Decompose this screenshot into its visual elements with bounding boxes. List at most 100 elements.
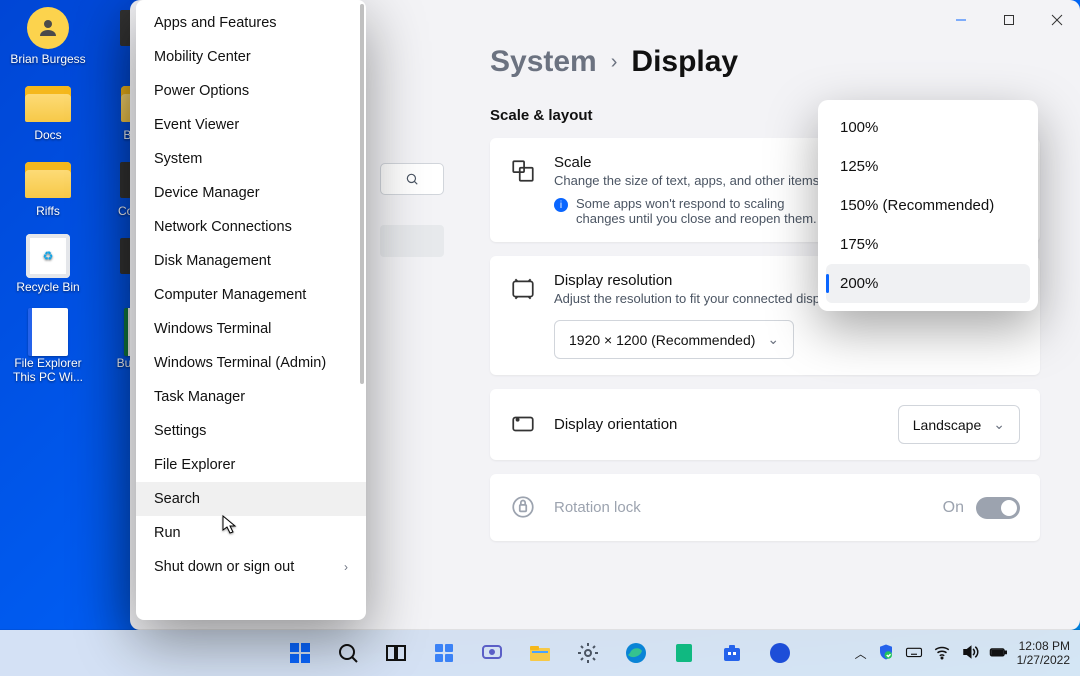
tray-overflow-icon[interactable]: ︿ [855,645,867,662]
winx-item-label: Power Options [154,83,249,99]
desktop-icon-label: Recycle Bin [16,280,79,294]
winx-item[interactable]: System [136,142,366,176]
file-explorer-icon[interactable] [520,633,560,673]
winx-item[interactable]: Run [136,516,366,550]
desktop-icon-user[interactable]: Brian Burgess [8,8,88,66]
winx-item[interactable]: Disk Management [136,244,366,278]
breadcrumb-root[interactable]: System [490,45,597,79]
orientation-card: Display orientation Landscape ⌄ [490,389,1040,460]
scale-option[interactable]: 175% [826,225,1030,264]
clock[interactable]: 12:08 PM 1/27/2022 [1017,639,1070,668]
scale-icon [510,158,536,189]
winx-item[interactable]: Search [136,482,366,516]
desktop-background: Brian Burgess Docs Riffs ♻ Recycle Bin F… [0,0,1080,676]
winx-item-label: Mobility Center [154,49,251,65]
winx-item[interactable]: Power Options [136,74,366,108]
scale-option[interactable]: 125% [826,147,1030,186]
wifi-icon[interactable] [933,643,951,664]
chevron-down-icon: ⌄ [767,331,779,348]
edge-icon[interactable] [616,633,656,673]
desktop-icon-recycle-bin[interactable]: ♻ Recycle Bin [8,236,88,294]
winx-item[interactable]: Event Viewer [136,108,366,142]
security-icon[interactable] [877,643,895,664]
store-icon[interactable] [712,633,752,673]
page-title: Display [631,45,738,79]
sidebar-item-system[interactable] [380,225,444,257]
scrollbar[interactable] [360,4,364,616]
winx-item[interactable]: Network Connections [136,210,366,244]
winx-item[interactable]: Device Manager [136,176,366,210]
app-icon[interactable] [664,633,704,673]
scale-option[interactable]: 150% (Recommended) [826,186,1030,225]
widgets-icon[interactable] [424,633,464,673]
chevron-down-icon: ⌄ [993,416,1005,433]
scale-option[interactable]: 200% [826,264,1030,303]
winx-item[interactable]: File Explorer [136,448,366,482]
winx-item-label: Windows Terminal (Admin) [154,355,326,371]
minimize-button[interactable] [938,0,984,40]
orientation-select[interactable]: Landscape ⌄ [898,405,1020,444]
winx-item[interactable]: Task Manager [136,380,366,414]
desktop-icon-document[interactable]: File Explorer This PC Wi... [8,312,88,384]
rotation-lock-icon [510,494,536,525]
orientation-icon [510,411,536,442]
winx-item-label: Apps and Features [154,15,277,31]
desktop-icon-label: File Explorer This PC Wi... [8,356,88,384]
winx-item-label: Search [154,491,200,507]
breadcrumb: System › Display [490,45,1040,79]
winx-item-label: Computer Management [154,287,306,303]
task-view-icon[interactable] [376,633,416,673]
mouse-cursor [222,515,238,535]
volume-icon[interactable] [961,643,979,664]
winx-item[interactable]: Apps and Features [136,6,366,40]
winx-item-label: Settings [154,423,206,439]
scale-dropdown: 100%125%150% (Recommended)175%200% [818,100,1038,311]
desktop-icon-label: Riffs [36,204,60,218]
winx-item[interactable]: Shut down or sign out› [136,550,366,584]
tray-date: 1/27/2022 [1017,653,1070,667]
winx-menu: Apps and Features Mobility Center Power Op… [136,0,366,620]
chevron-right-icon: › [344,560,348,574]
winx-item-label: Device Manager [154,185,260,201]
taskbar-search-icon[interactable] [328,633,368,673]
winx-item-label: Event Viewer [154,117,239,133]
resolution-icon [510,276,536,307]
resolution-select[interactable]: 1920 × 1200 (Recommended) ⌄ [554,320,794,359]
rotation-lock-toggle[interactable] [976,497,1020,519]
winx-item-label: Run [154,525,181,541]
tray-time: 12:08 PM [1017,639,1070,653]
desktop-icon-label: Docs [34,128,61,142]
winx-item[interactable]: Settings [136,414,366,448]
resolution-value: 1920 × 1200 (Recommended) [569,332,755,348]
winx-item[interactable]: Windows Terminal [136,312,366,346]
orientation-title: Display orientation [554,416,677,433]
system-tray: ︿ 12:08 PM 1/27/2022 [855,630,1070,676]
rotation-lock-title: Rotation lock [554,499,641,516]
chat-icon[interactable] [472,633,512,673]
winx-item-label: File Explorer [154,457,235,473]
maximize-button[interactable] [986,0,1032,40]
winx-item[interactable]: Windows Terminal (Admin) [136,346,366,380]
keyboard-icon[interactable] [905,643,923,664]
info-icon: i [554,198,568,212]
settings-icon[interactable] [568,633,608,673]
taskbar: ︿ 12:08 PM 1/27/2022 [0,630,1080,676]
desktop-icon-folder[interactable]: Docs [8,84,88,142]
desktop-icon-folder[interactable]: Riffs [8,160,88,218]
window-controls [938,0,1080,40]
rotation-lock-card: Rotation lock On [490,474,1040,541]
winx-item-label: Disk Management [154,253,271,269]
winx-item-label: Task Manager [154,389,245,405]
winx-item-label: Windows Terminal [154,321,271,337]
winx-item[interactable]: Computer Management [136,278,366,312]
settings-content: System › Display Scale & layout Scale Ch… [490,45,1040,610]
winx-item-label: Network Connections [154,219,292,235]
winx-item[interactable]: Mobility Center [136,40,366,74]
start-button[interactable] [280,633,320,673]
close-button[interactable] [1034,0,1080,40]
search-input[interactable] [380,163,444,195]
scale-option[interactable]: 100% [826,108,1030,147]
battery-icon[interactable] [989,643,1007,664]
app-icon[interactable] [760,633,800,673]
orientation-value: Landscape [913,417,982,433]
